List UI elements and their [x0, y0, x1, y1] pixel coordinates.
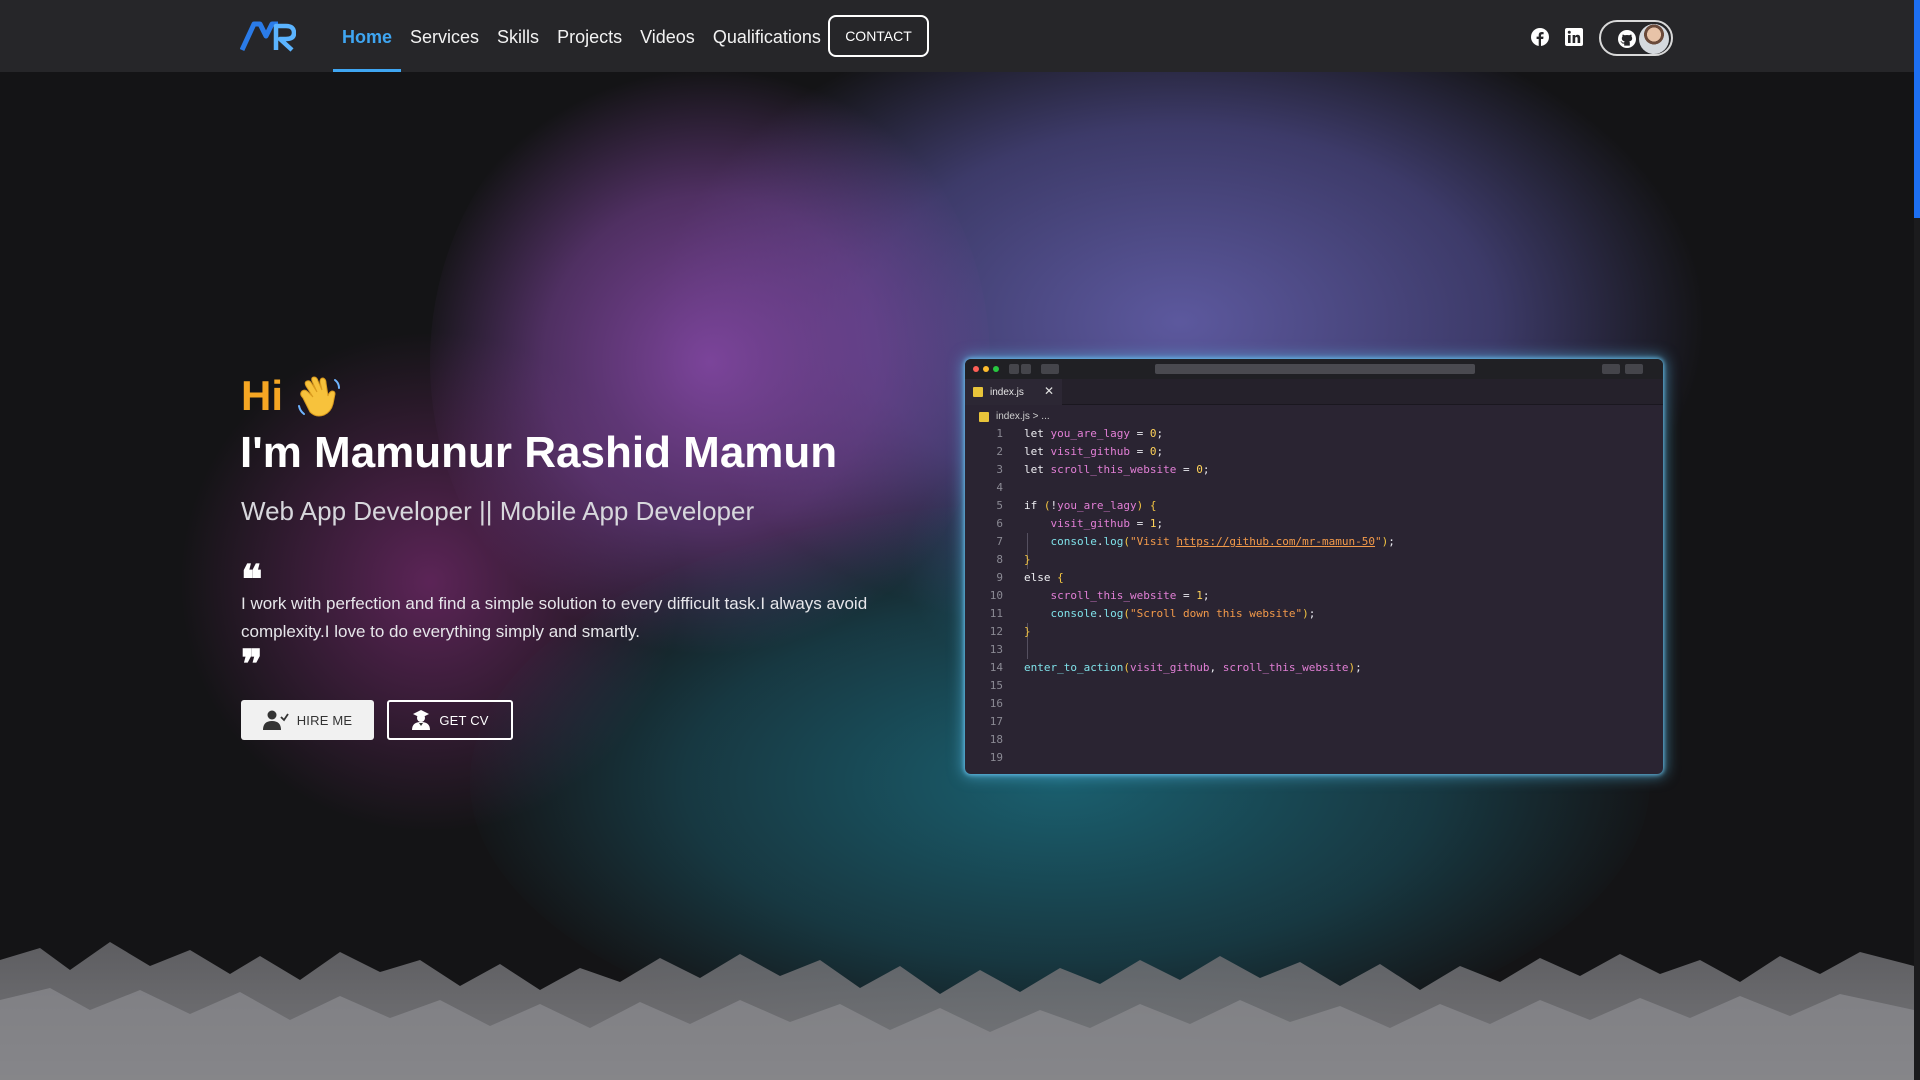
github-profile-button[interactable]: [1599, 20, 1673, 56]
scrollbar-thumb[interactable]: [1914, 0, 1920, 218]
bottom-wave-decoration: [0, 942, 1914, 1080]
tabs-icon: [1625, 364, 1643, 374]
github-icon: [1618, 30, 1636, 48]
code-line: let visit_github = 0;: [1024, 445, 1164, 458]
code-line: }: [1024, 625, 1031, 638]
line-number: 7: [996, 535, 1003, 548]
line-number: 5: [996, 499, 1003, 512]
share-icon: [1602, 364, 1620, 374]
address-bar: [1155, 364, 1475, 374]
hero-name: I'm Mamunur Rashid Mamun: [240, 428, 838, 477]
code-editor: index.js ✕ index.js > ... 1 2 3 4 5 6 7 …: [965, 359, 1663, 774]
line-number: 14: [989, 661, 1003, 674]
breadcrumb: index.js > ...: [979, 411, 1050, 422]
graduate-icon: [412, 710, 431, 730]
line-number: 12: [989, 625, 1003, 638]
line-number: 16: [989, 697, 1003, 710]
facebook-icon[interactable]: [1531, 28, 1549, 46]
editor-tab-index-js[interactable]: index.js ✕: [965, 379, 1062, 405]
line-number: 1: [996, 427, 1003, 440]
code-line: else {: [1024, 571, 1064, 584]
nav-item-videos[interactable]: Videos: [631, 0, 704, 72]
line-number: 2: [996, 445, 1003, 458]
nav-item-home[interactable]: Home: [333, 0, 402, 72]
get-cv-label: GET CV: [439, 712, 489, 728]
avatar: [1639, 24, 1669, 54]
nav-links: Home Services Skills Projects Videos Qua…: [333, 0, 830, 72]
hero-role: Web App Developer || Mobile App Develope…: [241, 496, 755, 526]
code-line: let scroll_this_website = 0;: [1024, 463, 1210, 476]
close-dot-icon: [973, 366, 979, 372]
js-file-icon: [979, 411, 989, 422]
code-line: visit_github = 1;: [1050, 517, 1164, 530]
forward-icon: [1021, 364, 1031, 374]
line-number: 13: [989, 643, 1003, 656]
code-line: console.log("Scroll down this website");: [1050, 607, 1316, 620]
close-icon[interactable]: ✕: [1044, 384, 1054, 398]
line-number: 11: [989, 607, 1003, 620]
user-check-icon: [262, 710, 289, 730]
linkedin-icon[interactable]: [1565, 28, 1583, 46]
line-number: 8: [996, 553, 1003, 566]
code-line: let you_are_lagy = 0;: [1024, 427, 1164, 440]
code-line: scroll_this_website = 1;: [1050, 589, 1210, 602]
code-line: console.log("Visit https://github.com/mr…: [1050, 535, 1395, 548]
line-number: 19: [989, 751, 1003, 764]
editor-tabs: index.js ✕: [965, 379, 1663, 405]
waving-hand-icon: [298, 376, 340, 417]
line-number: 18: [989, 733, 1003, 746]
line-number: 3: [996, 463, 1003, 476]
hire-me-button[interactable]: HIRE ME: [241, 700, 374, 740]
sidebar-icon: [1041, 364, 1059, 374]
contact-button[interactable]: CONTACT: [828, 15, 929, 57]
line-number: 15: [989, 679, 1003, 692]
get-cv-button[interactable]: GET CV: [387, 700, 513, 740]
editor-titlebar: [965, 359, 1663, 379]
navbar: Home Services Skills Projects Videos Qua…: [0, 0, 1914, 72]
nav-item-projects[interactable]: Projects: [548, 0, 631, 72]
code-line: if (!you_are_lagy) {: [1024, 499, 1157, 512]
hero-intro: I work with perfection and find a simple…: [241, 594, 868, 641]
quote-close-mark: ❞: [241, 641, 263, 688]
hire-me-label: HIRE ME: [296, 712, 353, 728]
code-line: enter_to_action(visit_github, scroll_thi…: [1024, 661, 1362, 674]
line-number: 9: [996, 571, 1003, 584]
nav-item-qualifications[interactable]: Qualifications: [704, 0, 830, 72]
nav-item-services[interactable]: Services: [401, 0, 488, 72]
minimize-dot-icon: [983, 366, 989, 372]
greeting: Hi: [241, 372, 343, 420]
line-number: 6: [996, 517, 1003, 530]
maximize-dot-icon: [993, 366, 999, 372]
line-number: 4: [996, 481, 1003, 494]
js-file-icon: [973, 387, 983, 397]
breadcrumb-text: index.js > ...: [996, 411, 1050, 422]
code-line: }: [1024, 553, 1031, 566]
greeting-text: Hi: [241, 372, 283, 419]
nav-item-skills[interactable]: Skills: [488, 0, 548, 72]
logo-icon[interactable]: [240, 20, 296, 52]
line-number: 17: [989, 715, 1003, 728]
back-icon: [1009, 364, 1019, 374]
line-number: 10: [989, 589, 1003, 602]
editor-tab-label: index.js: [990, 386, 1024, 398]
